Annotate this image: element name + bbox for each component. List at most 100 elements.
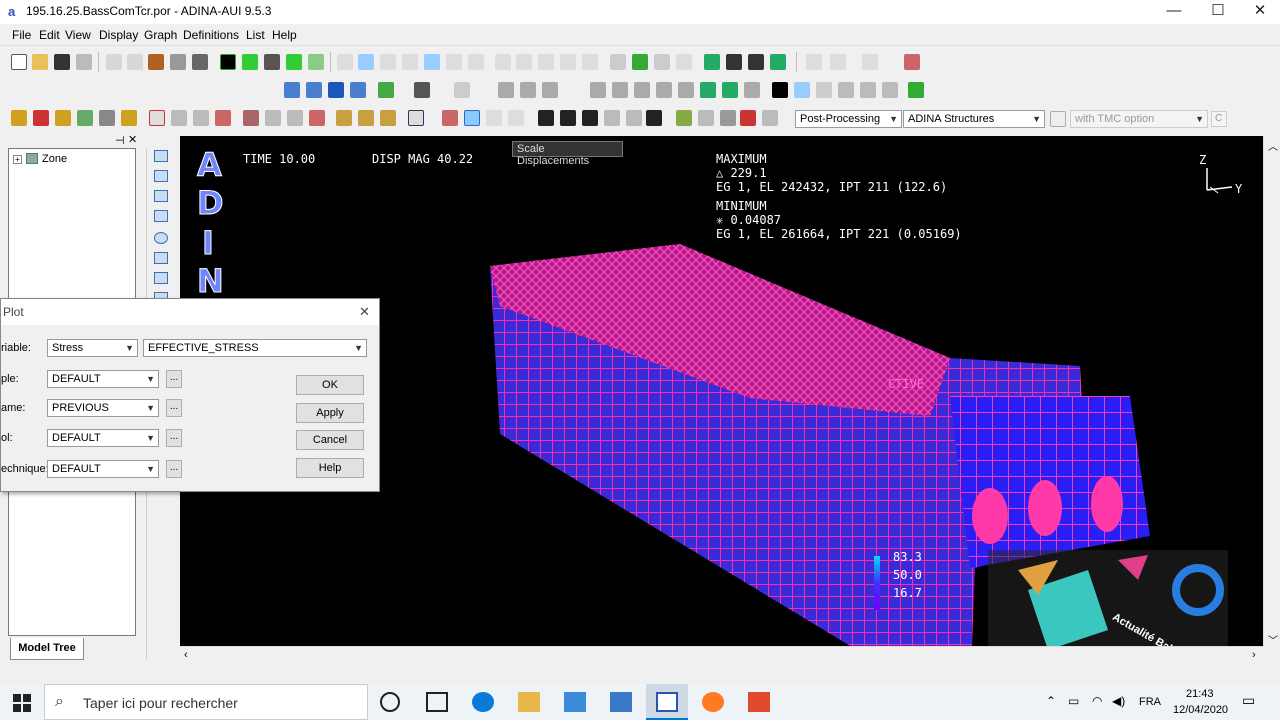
close-button[interactable]: ✕ xyxy=(1238,0,1280,24)
new-file-icon[interactable] xyxy=(11,54,27,70)
tree-item-zone[interactable]: Zone xyxy=(42,153,67,165)
pencil-icon[interactable] xyxy=(11,110,27,126)
menu-help[interactable]: Help xyxy=(272,28,297,42)
tool-22-icon[interactable] xyxy=(816,82,832,98)
tool-6-icon[interactable] xyxy=(806,54,822,70)
strip-icon-1[interactable] xyxy=(154,150,168,162)
ok-button[interactable]: OK xyxy=(296,375,364,395)
rotate-2-icon[interactable] xyxy=(468,54,484,70)
anim-3-icon[interactable] xyxy=(720,110,736,126)
redo-icon[interactable] xyxy=(127,54,143,70)
grid-icon[interactable] xyxy=(486,110,502,126)
model-icon[interactable] xyxy=(308,54,324,70)
mesh-black-icon[interactable] xyxy=(220,54,236,70)
save-icon[interactable] xyxy=(54,54,70,70)
strip-icon-7[interactable] xyxy=(154,272,168,284)
tool-18-icon[interactable] xyxy=(678,82,694,98)
delete-icon[interactable] xyxy=(740,110,756,126)
stress-icon[interactable] xyxy=(442,110,458,126)
minimize-button[interactable]: — xyxy=(1152,0,1196,24)
help-icon[interactable] xyxy=(337,54,353,70)
tool-5-icon[interactable] xyxy=(676,54,692,70)
mesh-plot-icon[interactable] xyxy=(378,82,394,98)
print-icon[interactable] xyxy=(76,54,92,70)
language-indicator[interactable]: FRA xyxy=(1139,696,1161,708)
axes-icon[interactable] xyxy=(794,82,810,98)
c-button[interactable]: C xyxy=(1211,111,1227,127)
load-3-icon[interactable] xyxy=(287,110,303,126)
prev-fast-icon[interactable] xyxy=(560,110,576,126)
frame-more-button[interactable]: ... xyxy=(166,399,182,417)
support-icon[interactable] xyxy=(336,110,352,126)
tree-icon[interactable] xyxy=(632,54,648,70)
vector-3-icon[interactable] xyxy=(215,110,231,126)
edge-icon[interactable] xyxy=(472,692,494,712)
task-view-icon[interactable] xyxy=(426,692,448,712)
zoom-box-icon[interactable] xyxy=(538,54,554,70)
tool-10-icon[interactable] xyxy=(454,82,470,98)
black-bg-icon[interactable] xyxy=(772,82,788,98)
store-icon[interactable] xyxy=(564,692,586,712)
scale-icon[interactable] xyxy=(508,110,524,126)
clear-icon[interactable] xyxy=(149,110,165,126)
open-folder-icon[interactable] xyxy=(32,54,48,70)
band-icon[interactable] xyxy=(55,110,71,126)
menu-list[interactable]: List xyxy=(246,28,265,42)
strip-icon-4[interactable] xyxy=(154,210,168,222)
view-4-icon[interactable] xyxy=(770,54,786,70)
windows-start-icon[interactable] xyxy=(13,694,31,712)
strip-icon-3[interactable] xyxy=(154,190,168,202)
scroll-down-icon[interactable]: ﹀ xyxy=(1268,632,1278,647)
cortana-icon[interactable] xyxy=(380,692,400,712)
tool-icon[interactable] xyxy=(148,54,164,70)
volume-icon[interactable]: ◀) xyxy=(1112,694,1125,708)
color-icon[interactable] xyxy=(33,110,49,126)
dialog-close-icon[interactable]: ✕ xyxy=(359,304,370,320)
next-frame-icon[interactable] xyxy=(604,110,620,126)
last-frame-icon[interactable] xyxy=(646,110,662,126)
scroll-left-icon[interactable]: ‹ xyxy=(184,649,188,661)
clock-time[interactable]: 21:43 xyxy=(1186,688,1214,700)
next-fast-icon[interactable] xyxy=(626,110,642,126)
battery-icon[interactable]: ▭ xyxy=(1068,694,1079,708)
s-icon[interactable] xyxy=(908,82,924,98)
tray-up-icon[interactable]: ⌃ xyxy=(1046,694,1056,708)
mode-select[interactable]: Post-Processing ▼ xyxy=(795,110,902,128)
tool-14-icon[interactable] xyxy=(590,82,606,98)
tool-23-icon[interactable] xyxy=(838,82,854,98)
maximize-button[interactable]: ☐ xyxy=(1196,0,1240,24)
vector-2-icon[interactable] xyxy=(193,110,209,126)
shape-3-icon[interactable] xyxy=(328,82,344,98)
tool-17-icon[interactable] xyxy=(656,82,672,98)
tool-7-icon[interactable] xyxy=(830,54,846,70)
select-icon[interactable] xyxy=(380,54,396,70)
vector-icon[interactable] xyxy=(171,110,187,126)
zoom-out-icon[interactable] xyxy=(516,54,532,70)
tool-24-icon[interactable] xyxy=(860,82,876,98)
scale-displacements-icon[interactable] xyxy=(464,110,480,126)
style-more-button[interactable]: ... xyxy=(166,370,182,388)
taskbar-search[interactable]: ⌕ Taper ici pour rechercher xyxy=(44,684,368,720)
menu-view[interactable]: View xyxy=(65,28,91,42)
tool-15-icon[interactable] xyxy=(612,82,628,98)
zoom-minus-icon[interactable] xyxy=(582,54,598,70)
technique-more-button[interactable]: ... xyxy=(166,460,182,478)
program-select[interactable]: ADINA Structures ▼ xyxy=(903,110,1045,128)
panel-close-icon[interactable]: ✕ xyxy=(128,133,137,146)
zoom-plus-icon[interactable] xyxy=(560,54,576,70)
band-4-icon[interactable] xyxy=(121,110,137,126)
tool-20-icon[interactable] xyxy=(722,82,738,98)
horizontal-scrollbar[interactable]: ‹ › xyxy=(180,646,1263,664)
style-select[interactable]: DEFAULT ▼ xyxy=(47,370,159,388)
control-more-button[interactable]: ... xyxy=(166,429,182,447)
support-3-icon[interactable] xyxy=(380,110,396,126)
tool-13-icon[interactable] xyxy=(542,82,558,98)
notification-icon[interactable]: ▭ xyxy=(1242,692,1255,709)
view-2-icon[interactable] xyxy=(726,54,742,70)
rotate-icon[interactable] xyxy=(446,54,462,70)
shape-1-icon[interactable] xyxy=(284,82,300,98)
shape-2-icon[interactable] xyxy=(306,82,322,98)
expand-icon[interactable]: + xyxy=(13,155,22,164)
support-2-icon[interactable] xyxy=(358,110,374,126)
clock-date[interactable]: 12/04/2020 xyxy=(1173,704,1228,716)
